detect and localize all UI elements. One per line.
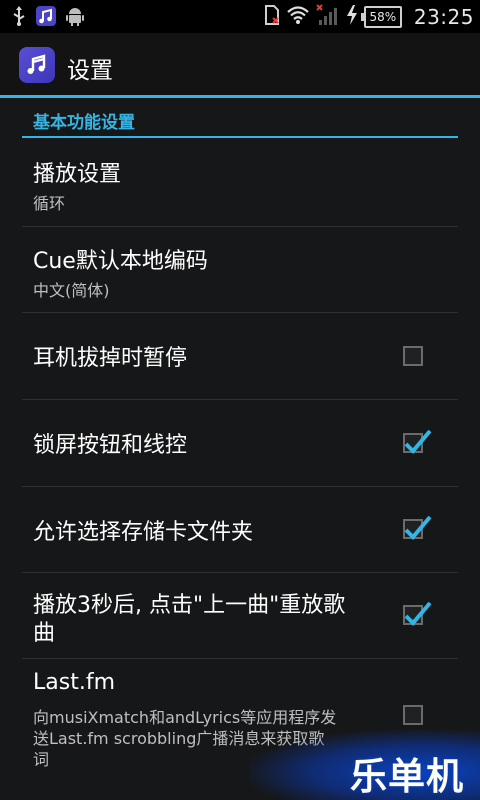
pref-title-line2: 曲 xyxy=(33,621,56,646)
pref-summary: 中文(简体) xyxy=(33,281,110,300)
status-bar-right: 58% 23:25 xyxy=(264,4,474,30)
battery-indicator: 58% xyxy=(360,6,402,28)
settings-list: 基本功能设置 播放设置 循环 Cue默认本地编码 中文(简体) 耳机拔掉时暂停 … xyxy=(0,98,480,800)
pref-title-line1: 播放3秒后, 点击"上一曲"重放歌 xyxy=(33,593,346,618)
charging-icon xyxy=(346,5,358,29)
check-icon xyxy=(404,601,432,626)
pref-sdcard-folder[interactable]: 允许选择存储卡文件夹 xyxy=(0,487,480,572)
watermark-logo: 乐单机 xyxy=(350,755,464,798)
pref-headset-pause[interactable]: 耳机拔掉时暂停 xyxy=(0,313,480,399)
checkbox-unchecked[interactable] xyxy=(403,346,423,366)
wifi-icon xyxy=(286,5,310,29)
checkbox-checked[interactable] xyxy=(403,601,432,626)
android-icon xyxy=(66,6,84,30)
pref-replay-previous[interactable]: 播放3秒后, 点击"上一曲"重放歌 曲 xyxy=(0,573,480,658)
category-header: 基本功能设置 xyxy=(33,113,135,133)
pref-title: Last.fm xyxy=(33,670,115,695)
status-bar: 58% 23:25 xyxy=(0,0,480,33)
pref-lockscreen-controls[interactable]: 锁屏按钮和线控 xyxy=(0,400,480,486)
pref-title: 耳机拔掉时暂停 xyxy=(33,346,188,371)
pref-summary-line3: 词 xyxy=(33,750,50,769)
checkbox-unchecked[interactable] xyxy=(403,705,423,725)
clock: 23:25 xyxy=(413,5,474,29)
pref-title: 锁屏按钮和线控 xyxy=(33,433,188,458)
check-icon xyxy=(404,515,432,540)
pref-play-settings[interactable]: 播放设置 循环 xyxy=(0,140,480,226)
status-bar-left xyxy=(12,6,84,30)
check-icon xyxy=(404,429,432,454)
pref-title: 播放设置 xyxy=(33,162,122,187)
pref-title: Cue默认本地编码 xyxy=(33,249,208,274)
pref-cue-encoding[interactable]: Cue默认本地编码 中文(简体) xyxy=(0,227,480,312)
pref-summary: 循环 xyxy=(33,194,66,213)
category-divider xyxy=(22,136,458,138)
sim-error-icon xyxy=(264,4,280,30)
checkbox-checked[interactable] xyxy=(403,515,432,540)
pref-title: 允许选择存储卡文件夹 xyxy=(33,520,254,545)
page-title: 设置 xyxy=(67,58,113,84)
action-bar: 设置 xyxy=(0,33,480,95)
checkbox-checked[interactable] xyxy=(403,429,432,454)
music-app-icon xyxy=(36,6,56,30)
signal-off-icon xyxy=(316,4,340,30)
music-note-icon[interactable] xyxy=(19,47,55,83)
usb-icon xyxy=(12,6,26,30)
